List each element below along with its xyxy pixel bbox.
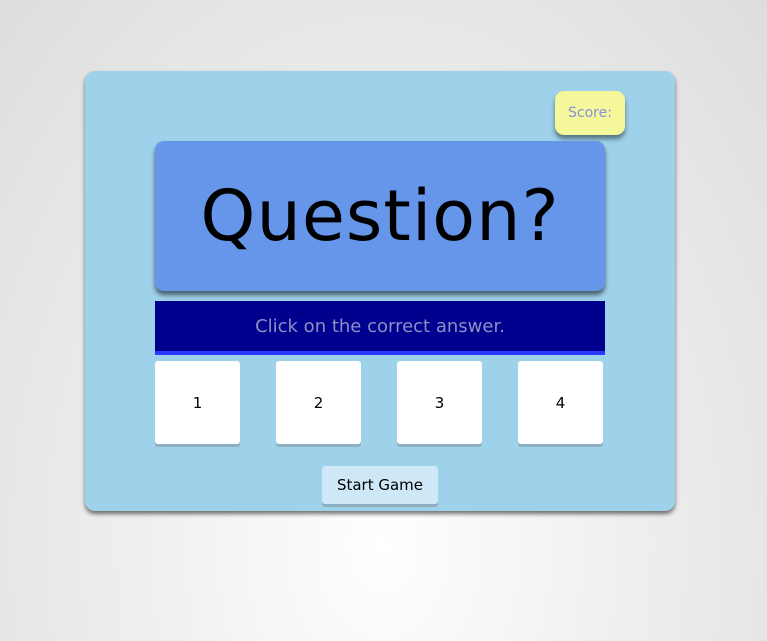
question-text: Question? bbox=[200, 175, 560, 257]
start-game-label: Start Game bbox=[336, 476, 424, 494]
answer-box-1[interactable]: 1 bbox=[155, 361, 240, 444]
start-game-button[interactable]: Start Game bbox=[322, 466, 438, 504]
answer-label-1: 1 bbox=[192, 393, 203, 412]
answer-label-2: 2 bbox=[313, 393, 324, 412]
answer-label-4: 4 bbox=[555, 393, 566, 412]
instruction-text: Click on the correct answer. bbox=[255, 315, 505, 337]
answer-box-3[interactable]: 3 bbox=[397, 361, 482, 444]
answer-box-2[interactable]: 2 bbox=[276, 361, 361, 444]
answer-label-3: 3 bbox=[434, 393, 445, 412]
answer-box-4[interactable]: 4 bbox=[518, 361, 603, 444]
instruction-bar: Click on the correct answer. bbox=[155, 301, 605, 355]
game-container: Score: Question? Click on the correct an… bbox=[85, 71, 675, 511]
question-box: Question? bbox=[155, 141, 605, 291]
score-box: Score: bbox=[555, 91, 625, 135]
score-label: Score: bbox=[568, 105, 612, 121]
